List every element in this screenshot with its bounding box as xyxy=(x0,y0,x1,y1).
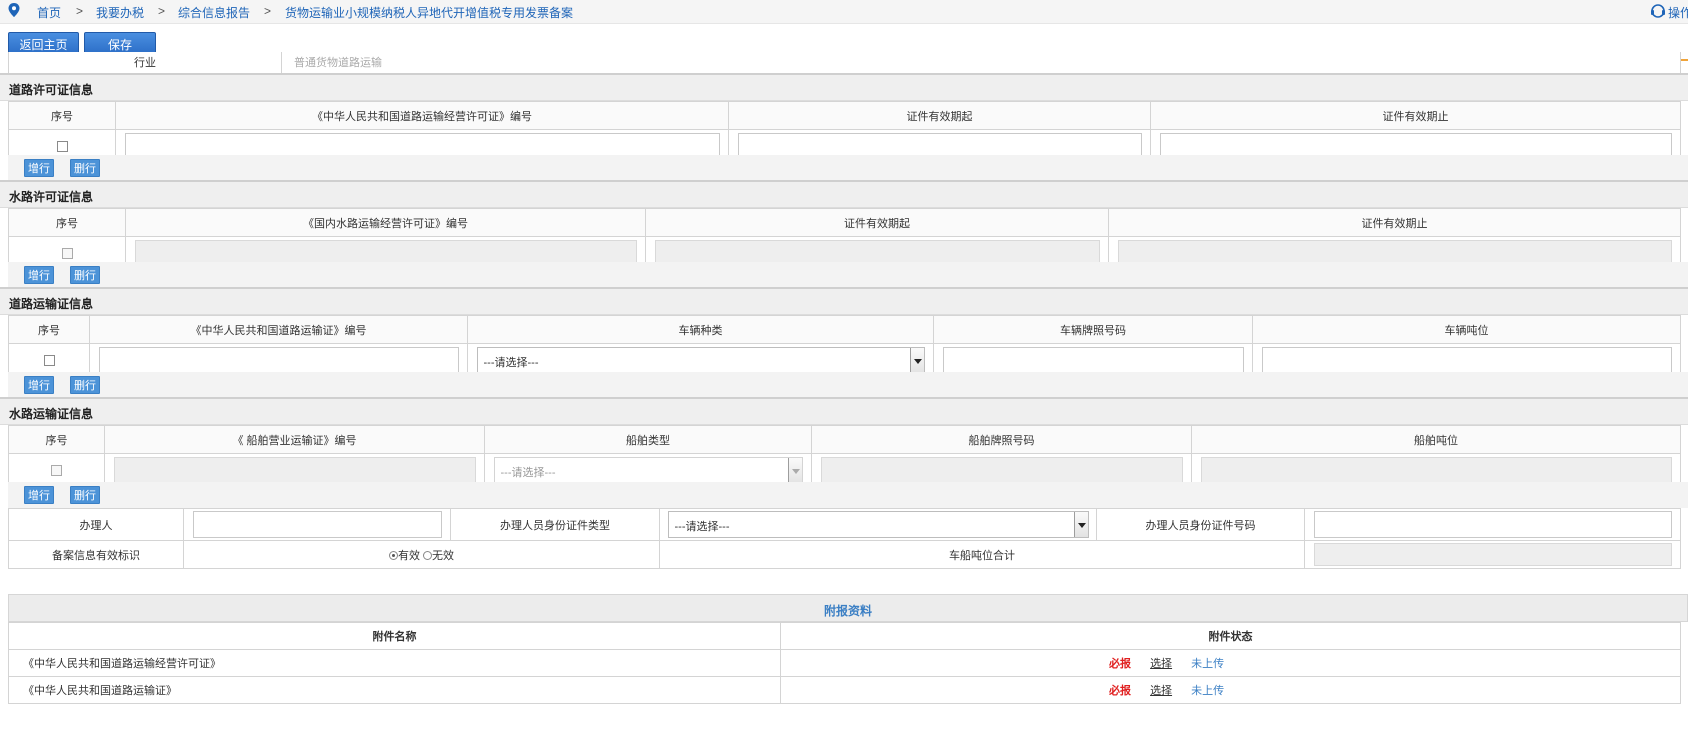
vehicle-type-select[interactable]: ---请选择--- xyxy=(476,346,925,374)
attachment-name: 《中华人民共和国道路运输证》 xyxy=(8,676,781,704)
tonnage-total-label: 车船吨位合计 xyxy=(659,540,1305,569)
ship-type-select-value: ---请选择--- xyxy=(500,466,556,479)
column-header: 序号 xyxy=(8,101,116,130)
column-header: 船舶吨位 xyxy=(1191,425,1681,454)
ship-license-number-input[interactable] xyxy=(113,456,476,484)
road-transport-section-title: 道路运输证信息 xyxy=(0,287,1688,315)
valid-flag-label: 备案信息有效标识 xyxy=(8,540,184,569)
road-transport-table: 序号 《中华人民共和国道路运输证》编号 车辆种类 车辆牌照号码 车辆吨位 ---… xyxy=(8,315,1681,377)
id-type-select[interactable]: ---请选择--- xyxy=(667,511,1089,538)
road-transport-row-actions: 增行 删行 xyxy=(8,372,1688,398)
breadcrumb-bar: 首页 > 我要办税 > 综合信息报告 > 货物运输业小规模纳税人异地代开增值税专… xyxy=(0,0,1688,24)
road-permit-table: 序号 《中华人民共和国道路运输经营许可证》编号 证件有效期起 证件有效期止 xyxy=(8,101,1681,163)
water-transport-row-actions: 增行 删行 xyxy=(8,482,1688,508)
column-header: 车辆牌照号码 xyxy=(933,315,1253,344)
vehicle-plate-input[interactable] xyxy=(942,346,1244,374)
row-checkbox[interactable] xyxy=(51,464,62,476)
attachments-title: 附报资料 xyxy=(8,594,1688,622)
id-type-select-value: ---请选择--- xyxy=(674,521,730,533)
delete-row-button[interactable]: 删行 xyxy=(70,159,100,177)
column-header: 序号 xyxy=(8,208,126,237)
breadcrumb-report-link[interactable]: 综合信息报告 xyxy=(178,4,250,21)
ship-type-select[interactable]: ---请选择--- xyxy=(493,456,803,484)
column-header: 附件状态 xyxy=(780,622,1681,650)
breadcrumb-separator: > xyxy=(76,4,84,18)
breadcrumb-tax-link[interactable]: 我要办税 xyxy=(96,4,144,21)
row-checkbox[interactable] xyxy=(61,247,73,259)
delete-row-button[interactable]: 删行 xyxy=(70,266,100,284)
tonnage-total-input[interactable] xyxy=(1313,543,1672,566)
location-pin-icon xyxy=(8,3,20,17)
valid-flag-options: 有效 无效 xyxy=(183,540,660,569)
required-badge: 必报 xyxy=(1109,685,1131,697)
ship-tonnage-input[interactable] xyxy=(1200,456,1672,484)
water-transport-table: 序号 《 船舶营业运输证》编号 船舶类型 船舶牌照号码 船舶吨位 ---请选择-… xyxy=(8,425,1681,487)
column-header: 《 船舶营业运输证》编号 xyxy=(104,425,485,454)
attachment-name: 《中华人民共和国道路运输经营许可证》 xyxy=(8,649,781,677)
upload-status: 未上传 xyxy=(1191,685,1225,697)
vehicle-tonnage-input[interactable] xyxy=(1261,346,1672,374)
add-row-button[interactable]: 增行 xyxy=(24,486,54,504)
breadcrumb-current: 货物运输业小规模纳税人异地代开增值税专用发票备案 xyxy=(285,6,574,20)
upload-status: 未上传 xyxy=(1191,658,1225,670)
table-row: 《中华人民共和国道路运输经营许可证》 必报 选择 未上传 xyxy=(8,649,1681,677)
column-header: 船舶类型 xyxy=(484,425,812,454)
column-header: 船舶牌照号码 xyxy=(811,425,1192,454)
water-permit-table: 序号 《国内水路运输经营许可证》编号 证件有效期起 证件有效期止 xyxy=(8,208,1681,270)
attachments-table: 附件名称 附件状态 《中华人民共和国道路运输经营许可证》 必报 选择 未上传 《… xyxy=(8,622,1681,704)
road-permit-row-actions: 增行 删行 xyxy=(8,155,1688,181)
water-transport-section-title: 水路运输证信息 xyxy=(0,397,1688,425)
row-checkbox[interactable] xyxy=(56,140,68,152)
invalid-radio-label: 无效 xyxy=(432,549,455,562)
breadcrumb-separator: > xyxy=(158,4,166,18)
column-header: 车辆种类 xyxy=(467,315,934,344)
row-checkbox[interactable] xyxy=(43,354,55,366)
delete-row-button[interactable]: 删行 xyxy=(70,486,100,504)
industry-value: 普通货物道路运输 xyxy=(281,52,1681,74)
add-row-button[interactable]: 增行 xyxy=(24,266,54,284)
water-permit-section-title: 水路许可证信息 xyxy=(0,180,1688,208)
handler-name-input[interactable] xyxy=(192,511,442,538)
select-file-link[interactable]: 选择 xyxy=(1150,685,1172,697)
vehicle-type-select-value: ---请选择--- xyxy=(483,356,539,369)
delete-row-button[interactable]: 删行 xyxy=(70,376,100,394)
required-badge: 必报 xyxy=(1109,658,1131,670)
add-row-button[interactable]: 增行 xyxy=(24,376,54,394)
ship-plate-input[interactable] xyxy=(820,456,1183,484)
column-header: 序号 xyxy=(8,315,90,344)
add-row-button[interactable]: 增行 xyxy=(24,159,54,177)
handler-label: 办理人 xyxy=(8,508,184,541)
help-link[interactable]: 操作 xyxy=(1668,4,1688,21)
chevron-down-icon[interactable] xyxy=(787,457,802,483)
invalid-radio[interactable] xyxy=(423,551,433,561)
column-header: 《中华人民共和国道路运输经营许可证》编号 xyxy=(115,101,729,130)
column-header: 序号 xyxy=(8,425,105,454)
column-header: 附件名称 xyxy=(8,622,781,650)
select-file-link[interactable]: 选择 xyxy=(1150,658,1172,670)
valid-radio-label: 有效 xyxy=(397,549,420,562)
valid-radio[interactable] xyxy=(388,551,398,561)
column-header: 证件有效期起 xyxy=(728,101,1151,130)
column-header: 《国内水路运输经营许可证》编号 xyxy=(125,208,646,237)
road-transport-number-input[interactable] xyxy=(98,346,459,374)
chevron-down-icon[interactable] xyxy=(1073,512,1088,537)
headset-icon[interactable] xyxy=(1650,3,1666,19)
id-number-label: 办理人员身份证件号码 xyxy=(1096,508,1305,541)
chevron-down-icon[interactable] xyxy=(909,347,924,373)
id-type-label: 办理人员身份证件类型 xyxy=(450,508,660,541)
breadcrumb-separator: > xyxy=(264,4,272,18)
water-permit-row-actions: 增行 删行 xyxy=(8,262,1688,288)
id-number-input[interactable] xyxy=(1313,511,1672,538)
industry-label: 行业 xyxy=(8,52,282,74)
column-header: 证件有效期止 xyxy=(1150,101,1681,130)
column-header: 证件有效期止 xyxy=(1108,208,1681,237)
handler-table: 办理人 办理人员身份证件类型 ---请选择--- 办理人员身份证件号码 备案信息… xyxy=(8,508,1681,569)
road-permit-section-title: 道路许可证信息 xyxy=(0,73,1688,101)
column-header: 车辆吨位 xyxy=(1252,315,1681,344)
column-header: 《中华人民共和国道路运输证》编号 xyxy=(89,315,468,344)
breadcrumb-home-link[interactable]: 首页 xyxy=(37,4,61,21)
column-header: 证件有效期起 xyxy=(645,208,1109,237)
table-row: 《中华人民共和国道路运输证》 必报 选择 未上传 xyxy=(8,676,1681,704)
industry-table: 行业 普通货物道路运输 xyxy=(8,52,1681,74)
